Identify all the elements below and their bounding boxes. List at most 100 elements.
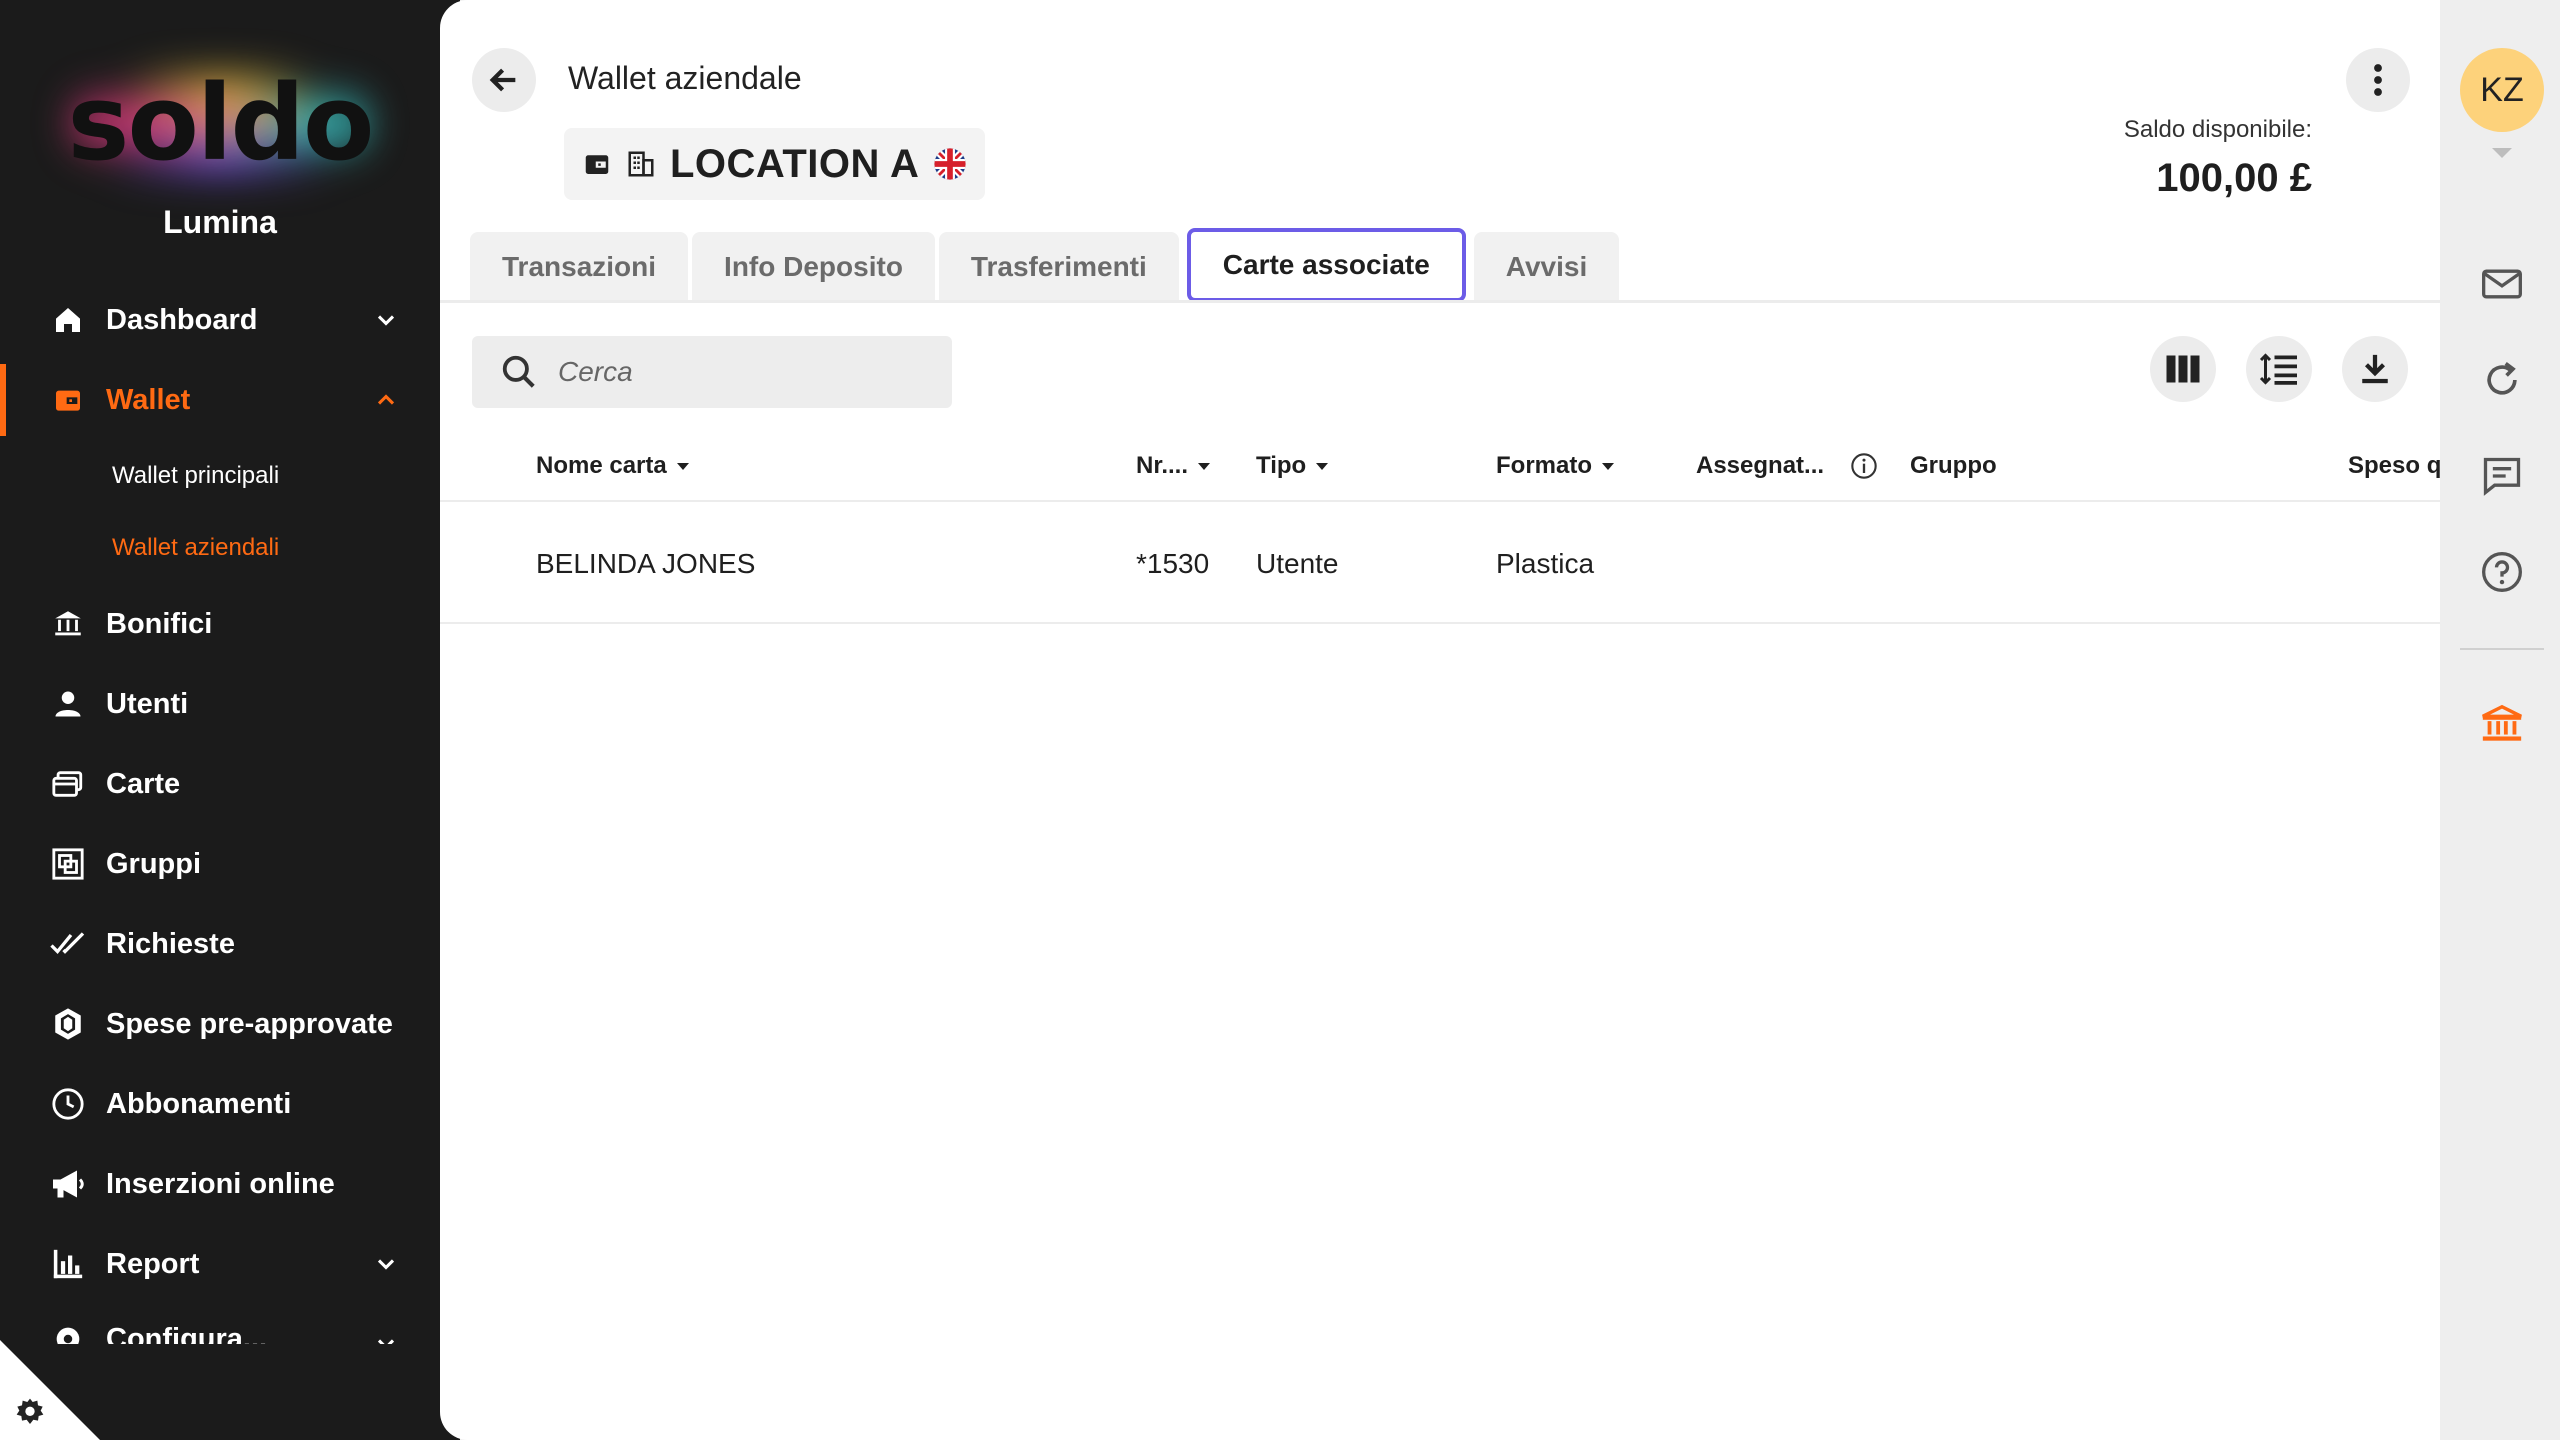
nav-item-label: Dashboard bbox=[106, 303, 258, 336]
nav-item-label: Bonifici bbox=[106, 607, 213, 640]
tab-avvisi[interactable]: Avvisi bbox=[1473, 232, 1620, 302]
wallet-location-chip: LOCATION A bbox=[564, 128, 986, 200]
search-box[interactable] bbox=[472, 336, 952, 408]
nav-item-label: Utenti bbox=[106, 687, 189, 720]
kebab-menu-icon bbox=[2374, 64, 2382, 96]
chevron-down-icon bbox=[377, 315, 395, 326]
nav-item-wallet[interactable]: Wallet bbox=[0, 360, 440, 440]
right-rail: KZ bbox=[2440, 0, 2560, 1440]
nav-item-configura[interactable]: Configura... bbox=[0, 1304, 440, 1355]
chat-button[interactable] bbox=[2478, 452, 2526, 500]
column-header-gruppo[interactable]: Gruppo bbox=[1910, 452, 1997, 480]
columns-icon bbox=[2166, 355, 2200, 383]
tab-divider bbox=[440, 300, 2440, 303]
bank-button[interactable] bbox=[2478, 700, 2526, 748]
cell-card-number: *1530 bbox=[1136, 548, 1210, 579]
mail-icon bbox=[2482, 269, 2522, 299]
column-header-label: Assegnat... bbox=[1696, 452, 1825, 479]
hexagon-shield-icon bbox=[50, 1006, 86, 1042]
tab-carte-associate[interactable]: Carte associate bbox=[1186, 228, 1466, 302]
tab-trasferimenti[interactable]: Trasferimenti bbox=[938, 232, 1179, 302]
nav-item-gruppi[interactable]: Gruppi bbox=[0, 824, 440, 904]
nav-item-bonifici[interactable]: Bonifici bbox=[0, 584, 440, 664]
bank-icon bbox=[2482, 704, 2522, 741]
cell-card-type: Utente bbox=[1256, 548, 1339, 579]
sort-caret-icon bbox=[1316, 462, 1329, 470]
column-header-label: Nome carta bbox=[536, 452, 667, 479]
caret-down-icon[interactable] bbox=[2492, 148, 2512, 158]
cards-icon bbox=[50, 766, 86, 802]
sort-caret-icon bbox=[1602, 462, 1614, 470]
nav-item-dashboard[interactable]: Dashboard bbox=[0, 280, 440, 360]
home-icon bbox=[50, 302, 86, 338]
organization-name: Lumina bbox=[163, 204, 277, 240]
more-options-button[interactable] bbox=[2346, 48, 2410, 112]
wallet-location-name: LOCATION A bbox=[670, 141, 920, 186]
nav-item-spese-pre-approvate[interactable]: Spese pre-approvate bbox=[0, 984, 440, 1064]
tab-transazioni[interactable]: Transazioni bbox=[470, 232, 689, 302]
help-button[interactable] bbox=[2478, 548, 2526, 596]
table-row[interactable]: BELINDA JONES *1530 Utente Plastica bbox=[440, 504, 2440, 624]
row-density-button[interactable] bbox=[2246, 336, 2312, 402]
nav-item-label: Richieste bbox=[106, 927, 235, 960]
cog-icon bbox=[50, 1321, 86, 1344]
balance-value: 100,00 £ bbox=[2156, 156, 2312, 200]
nav-item-utenti[interactable]: Utenti bbox=[0, 664, 440, 744]
nav-item-abbonamenti[interactable]: Abbonamenti bbox=[0, 1064, 440, 1144]
megaphone-icon bbox=[50, 1166, 86, 1202]
page-title: Wallet aziendale bbox=[568, 60, 802, 96]
cell-card-name: BELINDA JONES bbox=[536, 548, 756, 579]
nav-item-label: Wallet bbox=[106, 383, 191, 416]
user-avatar[interactable]: KZ bbox=[2460, 48, 2544, 132]
nav-item-label: Report bbox=[106, 1247, 200, 1280]
bar-chart-icon bbox=[50, 1246, 86, 1282]
nav-subitem-wallet-aziendali[interactable]: Wallet aziendali bbox=[0, 512, 440, 584]
nav-item-report[interactable]: Report bbox=[0, 1224, 440, 1304]
gear-icon bbox=[16, 1398, 44, 1424]
search-input[interactable] bbox=[558, 356, 938, 388]
column-header-speso[interactable]: Speso q bbox=[2348, 452, 2440, 480]
groups-icon bbox=[50, 846, 86, 882]
column-header-formato[interactable]: Formato bbox=[1496, 452, 1614, 480]
column-header-numero[interactable]: Nr.... bbox=[1136, 452, 1211, 480]
nav-item-label: Gruppi bbox=[106, 847, 202, 880]
balance-label: Saldo disponibile: bbox=[2123, 116, 2312, 143]
double-check-icon bbox=[50, 926, 86, 962]
nav-item-carte[interactable]: Carte bbox=[0, 744, 440, 824]
rail-divider bbox=[2460, 648, 2544, 650]
chevron-up-icon bbox=[377, 394, 395, 405]
column-header-tipo[interactable]: Tipo bbox=[1256, 452, 1329, 480]
table-header: Nome carta Nr.... Tipo Formato Assegnat.… bbox=[440, 432, 2440, 502]
column-header-label: Formato bbox=[1496, 452, 1592, 479]
clock-icon bbox=[50, 1086, 86, 1122]
brand-logo-text: soldo bbox=[67, 62, 375, 184]
search-icon bbox=[502, 355, 535, 388]
mail-button[interactable] bbox=[2478, 260, 2526, 308]
columns-button[interactable] bbox=[2150, 336, 2216, 402]
wallet-icon bbox=[50, 382, 86, 418]
nav-item-inserzioni-online[interactable]: Inserzioni online bbox=[0, 1144, 440, 1224]
line-spacing-icon bbox=[2259, 353, 2297, 385]
sidebar: soldo Lumina Dashboard Wallet Wallet pri… bbox=[0, 0, 460, 1440]
column-header-label: Nr.... bbox=[1136, 452, 1189, 479]
column-header-nome-carta[interactable]: Nome carta bbox=[536, 452, 689, 480]
sort-caret-icon bbox=[676, 462, 689, 470]
column-header-label: Tipo bbox=[1256, 452, 1307, 479]
sort-caret-icon bbox=[1198, 462, 1211, 470]
download-button[interactable] bbox=[2342, 336, 2408, 402]
column-header-label: Gruppo bbox=[1910, 452, 1997, 479]
brand-logo[interactable]: soldo bbox=[0, 48, 440, 198]
nav-item-richieste[interactable]: Richieste bbox=[0, 904, 440, 984]
nav-item-label: Configura... bbox=[106, 1322, 268, 1355]
main-panel: Wallet aziendale LOCATION A Saldo dispon… bbox=[440, 0, 2440, 1440]
user-icon bbox=[50, 686, 86, 722]
tab-info-deposito[interactable]: Info Deposito bbox=[692, 232, 935, 302]
uk-flag-icon bbox=[934, 148, 967, 180]
nav-item-label: Spese pre-approvate bbox=[106, 1007, 393, 1040]
column-header-assegnatario[interactable]: Assegnat... bbox=[1696, 452, 1878, 480]
back-button[interactable] bbox=[472, 48, 536, 112]
info-icon[interactable] bbox=[1850, 452, 1878, 480]
nav-subitem-wallet-principali[interactable]: Wallet principali bbox=[0, 440, 440, 512]
refresh-button[interactable] bbox=[2478, 356, 2526, 404]
refresh-icon bbox=[2487, 362, 2517, 395]
